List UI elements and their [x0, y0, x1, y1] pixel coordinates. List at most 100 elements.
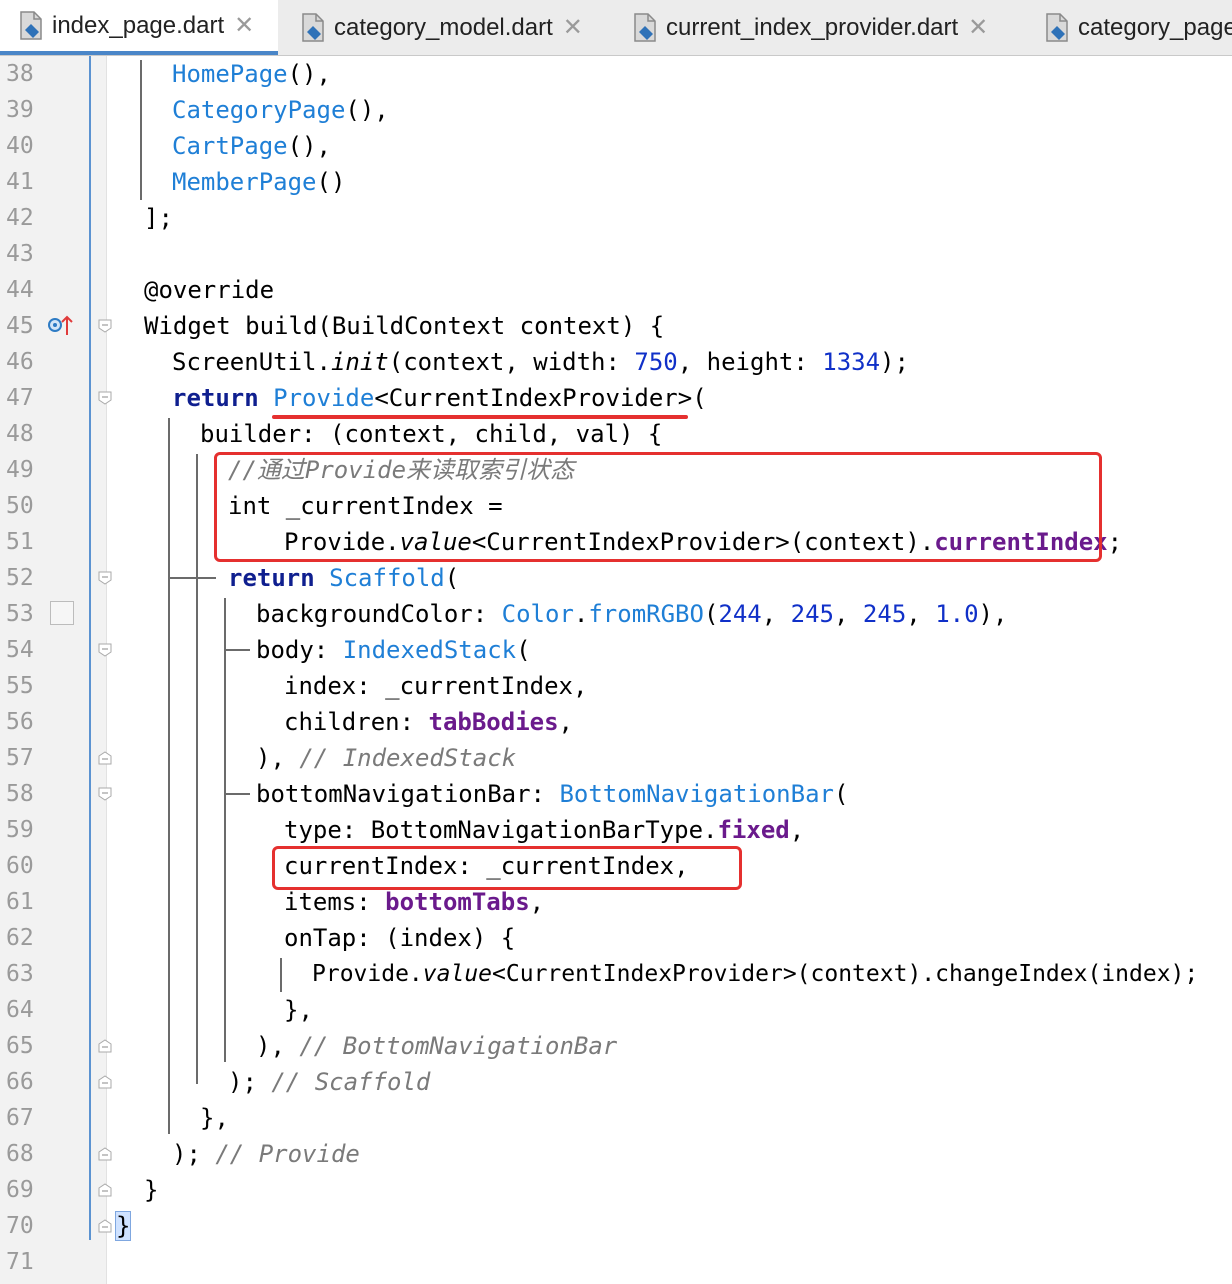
close-icon[interactable]: ✕: [563, 13, 583, 42]
fold-icon[interactable]: [98, 1183, 112, 1197]
indent-guide: [140, 60, 142, 200]
annotation-underline: [272, 415, 688, 419]
fold-icon[interactable]: [98, 643, 112, 657]
matched-brace: }: [114, 1211, 132, 1241]
line-number: 48: [6, 421, 34, 447]
code-line-55: index: _currentIndex,: [284, 672, 588, 700]
code-line-68: ); // Provide: [172, 1140, 360, 1168]
code-line-64: },: [284, 996, 313, 1024]
dart-file-icon: [634, 12, 656, 42]
fold-icon[interactable]: [98, 1075, 112, 1089]
line-number: 40: [6, 133, 34, 159]
line-number: 59: [6, 817, 34, 843]
fold-icon[interactable]: [98, 751, 112, 765]
annotation-box: [272, 846, 742, 890]
code-line-59: type: BottomNavigationBarType.fixed,: [284, 816, 805, 844]
line-number: 56: [6, 709, 34, 735]
line-number: 54: [6, 637, 34, 663]
tab-label: current_index_provider.dart: [666, 13, 959, 41]
line-number: 38: [6, 61, 34, 87]
line-number: 44: [6, 277, 34, 303]
indent-guide: [224, 793, 250, 795]
code-line-69: }: [144, 1176, 159, 1204]
fold-icon[interactable]: [98, 787, 112, 801]
fold-icon[interactable]: [98, 1219, 112, 1233]
line-number: 58: [6, 781, 34, 807]
line-number: 69: [6, 1177, 34, 1203]
line-number: 45: [6, 313, 34, 339]
code-line-46: ScreenUtil.init(context, width: 750, hei…: [172, 348, 909, 376]
code-line-58: bottomNavigationBar: BottomNavigationBar…: [256, 780, 849, 808]
code-line-67: },: [200, 1104, 229, 1132]
line-number: 50: [6, 493, 34, 519]
code-line-62: onTap: (index) {: [284, 924, 516, 952]
line-number: 41: [6, 169, 34, 195]
tab-label: category_page: [1078, 13, 1232, 41]
dart-file-icon: [302, 12, 324, 42]
dart-file-icon: [20, 10, 42, 40]
indent-guide: [168, 418, 170, 1134]
annotation-box: [214, 452, 1102, 562]
line-number: 43: [6, 241, 34, 267]
code-line-56: children: tabBodies,: [284, 708, 573, 736]
code-line-52: return Scaffold(: [228, 564, 460, 592]
line-number: 65: [6, 1033, 34, 1059]
indent-guide: [280, 958, 282, 992]
change-marker-line: [89, 56, 91, 1240]
close-icon[interactable]: ✕: [234, 11, 254, 40]
line-number: 67: [6, 1105, 34, 1131]
close-icon[interactable]: ✕: [968, 13, 988, 42]
line-number: 57: [6, 745, 34, 771]
code-line-42: ];: [144, 204, 173, 232]
tab-label: index_page.dart: [52, 11, 225, 39]
editor-tab-bar: index_page.dart ✕ category_model.dart ✕ …: [0, 0, 1232, 56]
line-number: 42: [6, 205, 34, 231]
code-line-63: Provide.value<CurrentIndexProvider>(cont…: [312, 961, 1199, 987]
indent-guide: [224, 598, 226, 1062]
line-number: 66: [6, 1069, 34, 1095]
tab-current-index-provider[interactable]: current_index_provider.dart ✕: [614, 0, 1024, 55]
line-number: 63: [6, 961, 34, 987]
line-number: 68: [6, 1141, 34, 1167]
fold-icon[interactable]: [98, 391, 112, 405]
code-line-47: return Provide<CurrentIndexProvider>(: [172, 384, 707, 412]
line-number: 60: [6, 853, 34, 879]
line-number: 53: [6, 601, 34, 627]
tab-index-page[interactable]: index_page.dart ✕: [0, 0, 278, 55]
line-number: 47: [6, 385, 34, 411]
line-number: 39: [6, 97, 34, 123]
line-number: 51: [6, 529, 34, 555]
line-number: 52: [6, 565, 34, 591]
fold-icon[interactable]: [98, 319, 112, 333]
indent-guide: [224, 649, 250, 651]
code-line-53: backgroundColor: Color.fromRGBO(244, 245…: [256, 600, 1008, 628]
indent-guide: [196, 454, 198, 1084]
breakpoint-slot-icon[interactable]: [50, 601, 74, 625]
line-number: 55: [6, 673, 34, 699]
fold-icon[interactable]: [98, 1147, 112, 1161]
code-line-40: CartPage(),: [172, 132, 331, 160]
code-line-45: Widget build(BuildContext context) {: [144, 312, 665, 340]
line-number: 70: [6, 1213, 34, 1239]
override-marker-icon[interactable]: [46, 313, 76, 337]
code-line-48: builder: (context, child, val) {: [200, 420, 663, 448]
dart-file-icon: [1046, 12, 1068, 42]
line-number: 71: [6, 1249, 34, 1275]
code-line-41: MemberPage(): [172, 168, 346, 196]
code-line-39: CategoryPage(),: [172, 96, 389, 124]
line-number: 64: [6, 997, 34, 1023]
indent-guide: [168, 577, 216, 579]
code-line-44: @override: [144, 276, 275, 304]
tab-label: category_model.dart: [334, 13, 553, 41]
line-number: 46: [6, 349, 34, 375]
tab-category-page[interactable]: category_page: [1026, 0, 1232, 55]
tab-category-model[interactable]: category_model.dart ✕: [282, 0, 612, 55]
fold-icon[interactable]: [98, 571, 112, 585]
line-number: 62: [6, 925, 34, 951]
code-line-65: ), // BottomNavigationBar: [256, 1032, 618, 1060]
line-number: 61: [6, 889, 34, 915]
code-line-54: body: IndexedStack(: [256, 636, 531, 664]
code-line-70: }: [114, 1208, 132, 1244]
fold-icon[interactable]: [98, 1039, 112, 1053]
code-line-57: ), // IndexedStack: [256, 744, 517, 772]
